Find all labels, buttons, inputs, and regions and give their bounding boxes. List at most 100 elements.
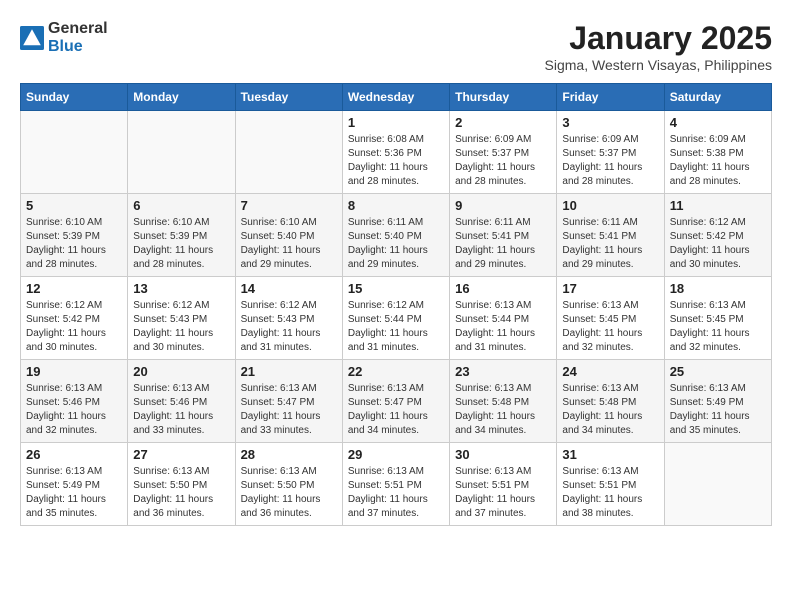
- day-info: Sunrise: 6:13 AM Sunset: 5:49 PM Dayligh…: [670, 382, 766, 438]
- calendar-day-cell: [664, 443, 771, 526]
- calendar-day-cell: 5 Sunrise: 6:10 AM Sunset: 5:39 PM Daylig…: [21, 194, 128, 277]
- calendar-day-cell: 19 Sunrise: 6:13 AM Sunset: 5:46 PM Dayli…: [21, 360, 128, 443]
- day-number: 8: [348, 198, 444, 213]
- day-info: Sunrise: 6:09 AM Sunset: 5:38 PM Dayligh…: [670, 133, 766, 189]
- page-header: General Blue January 2025 Sigma, Western…: [20, 20, 772, 73]
- day-number: 29: [348, 447, 444, 462]
- day-info: Sunrise: 6:12 AM Sunset: 5:43 PM Dayligh…: [133, 299, 229, 355]
- day-info: Sunrise: 6:13 AM Sunset: 5:46 PM Dayligh…: [133, 382, 229, 438]
- weekday-header: Friday: [557, 84, 664, 111]
- calendar-day-cell: 1 Sunrise: 6:08 AM Sunset: 5:36 PM Daylig…: [342, 111, 449, 194]
- day-info: Sunrise: 6:10 AM Sunset: 5:40 PM Dayligh…: [241, 216, 337, 272]
- calendar-week-row: 26Sunrise: 6:13 AM Sunset: 5:49 PM Dayli…: [21, 443, 772, 526]
- calendar-day-cell: 28 Sunrise: 6:13 AM Sunset: 5:50 PM Dayli…: [235, 443, 342, 526]
- calendar-day-cell: 25 Sunrise: 6:13 AM Sunset: 5:49 PM Dayli…: [664, 360, 771, 443]
- day-number: 15: [348, 281, 444, 296]
- day-info: Sunrise: 6:12 AM Sunset: 5:44 PM Dayligh…: [348, 299, 444, 355]
- calendar-day-cell: 12 Sunrise: 6:12 AM Sunset: 5:42 PM Dayli…: [21, 277, 128, 360]
- day-number: 10: [562, 198, 658, 213]
- day-info: Sunrise: 6:11 AM Sunset: 5:41 PM Dayligh…: [455, 216, 551, 272]
- day-info: Sunrise: 6:13 AM Sunset: 5:50 PM Dayligh…: [133, 465, 229, 521]
- day-number: 1: [348, 115, 444, 130]
- weekday-header: Saturday: [664, 84, 771, 111]
- day-number: 9: [455, 198, 551, 213]
- weekday-header: Thursday: [450, 84, 557, 111]
- day-number: 16: [455, 281, 551, 296]
- day-number: 25: [670, 364, 766, 379]
- calendar-day-cell: 3Sunrise: 6:09 AM Sunset: 5:37 PM Daylig…: [557, 111, 664, 194]
- calendar-day-cell: 20 Sunrise: 6:13 AM Sunset: 5:46 PM Dayli…: [128, 360, 235, 443]
- title-block: January 2025 Sigma, Western Visayas, Phi…: [545, 20, 772, 73]
- calendar-day-cell: 7 Sunrise: 6:10 AM Sunset: 5:40 PM Daylig…: [235, 194, 342, 277]
- day-number: 6: [133, 198, 229, 213]
- logo-icon: [20, 26, 44, 50]
- day-info: Sunrise: 6:13 AM Sunset: 5:51 PM Dayligh…: [348, 465, 444, 521]
- day-info: Sunrise: 6:13 AM Sunset: 5:51 PM Dayligh…: [562, 465, 658, 521]
- calendar-day-cell: [235, 111, 342, 194]
- day-info: Sunrise: 6:11 AM Sunset: 5:41 PM Dayligh…: [562, 216, 658, 272]
- day-number: 17: [562, 281, 658, 296]
- day-info: Sunrise: 6:08 AM Sunset: 5:36 PM Dayligh…: [348, 133, 444, 189]
- day-number: 7: [241, 198, 337, 213]
- weekday-header: Tuesday: [235, 84, 342, 111]
- calendar-day-cell: 23 Sunrise: 6:13 AM Sunset: 5:48 PM Dayli…: [450, 360, 557, 443]
- day-number: 28: [241, 447, 337, 462]
- calendar-day-cell: 29 Sunrise: 6:13 AM Sunset: 5:51 PM Dayli…: [342, 443, 449, 526]
- day-number: 21: [241, 364, 337, 379]
- calendar-day-cell: 31 Sunrise: 6:13 AM Sunset: 5:51 PM Dayli…: [557, 443, 664, 526]
- location-subtitle: Sigma, Western Visayas, Philippines: [545, 57, 772, 73]
- day-info: Sunrise: 6:13 AM Sunset: 5:46 PM Dayligh…: [26, 382, 122, 438]
- day-info: Sunrise: 6:13 AM Sunset: 5:47 PM Dayligh…: [348, 382, 444, 438]
- day-number: 14: [241, 281, 337, 296]
- calendar-day-cell: 22 Sunrise: 6:13 AM Sunset: 5:47 PM Dayli…: [342, 360, 449, 443]
- calendar-day-cell: 8 Sunrise: 6:11 AM Sunset: 5:40 PM Daylig…: [342, 194, 449, 277]
- calendar-day-cell: 6Sunrise: 6:10 AM Sunset: 5:39 PM Daylig…: [128, 194, 235, 277]
- calendar-day-cell: 27 Sunrise: 6:13 AM Sunset: 5:50 PM Dayli…: [128, 443, 235, 526]
- calendar-week-row: 5 Sunrise: 6:10 AM Sunset: 5:39 PM Daylig…: [21, 194, 772, 277]
- day-info: Sunrise: 6:13 AM Sunset: 5:49 PM Dayligh…: [26, 465, 122, 521]
- day-info: Sunrise: 6:12 AM Sunset: 5:42 PM Dayligh…: [26, 299, 122, 355]
- day-info: Sunrise: 6:13 AM Sunset: 5:45 PM Dayligh…: [670, 299, 766, 355]
- day-number: 27: [133, 447, 229, 462]
- day-number: 30: [455, 447, 551, 462]
- calendar-day-cell: 13Sunrise: 6:12 AM Sunset: 5:43 PM Dayli…: [128, 277, 235, 360]
- day-info: Sunrise: 6:13 AM Sunset: 5:48 PM Dayligh…: [562, 382, 658, 438]
- day-number: 20: [133, 364, 229, 379]
- calendar-week-row: 12 Sunrise: 6:12 AM Sunset: 5:42 PM Dayli…: [21, 277, 772, 360]
- day-info: Sunrise: 6:11 AM Sunset: 5:40 PM Dayligh…: [348, 216, 444, 272]
- weekday-header: Monday: [128, 84, 235, 111]
- calendar-day-cell: 16 Sunrise: 6:13 AM Sunset: 5:44 PM Dayli…: [450, 277, 557, 360]
- day-info: Sunrise: 6:12 AM Sunset: 5:43 PM Dayligh…: [241, 299, 337, 355]
- calendar-table: SundayMondayTuesdayWednesdayThursdayFrid…: [20, 83, 772, 526]
- calendar-day-cell: 11Sunrise: 6:12 AM Sunset: 5:42 PM Dayli…: [664, 194, 771, 277]
- day-info: Sunrise: 6:13 AM Sunset: 5:44 PM Dayligh…: [455, 299, 551, 355]
- calendar-day-cell: 9 Sunrise: 6:11 AM Sunset: 5:41 PM Daylig…: [450, 194, 557, 277]
- day-number: 12: [26, 281, 122, 296]
- calendar-day-cell: 15 Sunrise: 6:12 AM Sunset: 5:44 PM Dayli…: [342, 277, 449, 360]
- day-number: 31: [562, 447, 658, 462]
- day-number: 11: [670, 198, 766, 213]
- weekday-header-row: SundayMondayTuesdayWednesdayThursdayFrid…: [21, 84, 772, 111]
- day-info: Sunrise: 6:13 AM Sunset: 5:48 PM Dayligh…: [455, 382, 551, 438]
- day-info: Sunrise: 6:10 AM Sunset: 5:39 PM Dayligh…: [26, 216, 122, 272]
- day-number: 19: [26, 364, 122, 379]
- day-number: 24: [562, 364, 658, 379]
- weekday-header: Sunday: [21, 84, 128, 111]
- calendar-day-cell: 10 Sunrise: 6:11 AM Sunset: 5:41 PM Dayli…: [557, 194, 664, 277]
- day-number: 18: [670, 281, 766, 296]
- logo-general: General: [48, 20, 108, 37]
- month-title: January 2025: [545, 20, 772, 57]
- day-number: 22: [348, 364, 444, 379]
- day-info: Sunrise: 6:09 AM Sunset: 5:37 PM Dayligh…: [562, 133, 658, 189]
- calendar-day-cell: 26Sunrise: 6:13 AM Sunset: 5:49 PM Dayli…: [21, 443, 128, 526]
- day-info: Sunrise: 6:13 AM Sunset: 5:45 PM Dayligh…: [562, 299, 658, 355]
- day-info: Sunrise: 6:13 AM Sunset: 5:50 PM Dayligh…: [241, 465, 337, 521]
- calendar-day-cell: 24 Sunrise: 6:13 AM Sunset: 5:48 PM Dayli…: [557, 360, 664, 443]
- day-number: 2: [455, 115, 551, 130]
- day-number: 23: [455, 364, 551, 379]
- day-number: 4: [670, 115, 766, 130]
- calendar-day-cell: 17 Sunrise: 6:13 AM Sunset: 5:45 PM Dayli…: [557, 277, 664, 360]
- day-number: 5: [26, 198, 122, 213]
- calendar-day-cell: 18 Sunrise: 6:13 AM Sunset: 5:45 PM Dayli…: [664, 277, 771, 360]
- calendar-day-cell: [21, 111, 128, 194]
